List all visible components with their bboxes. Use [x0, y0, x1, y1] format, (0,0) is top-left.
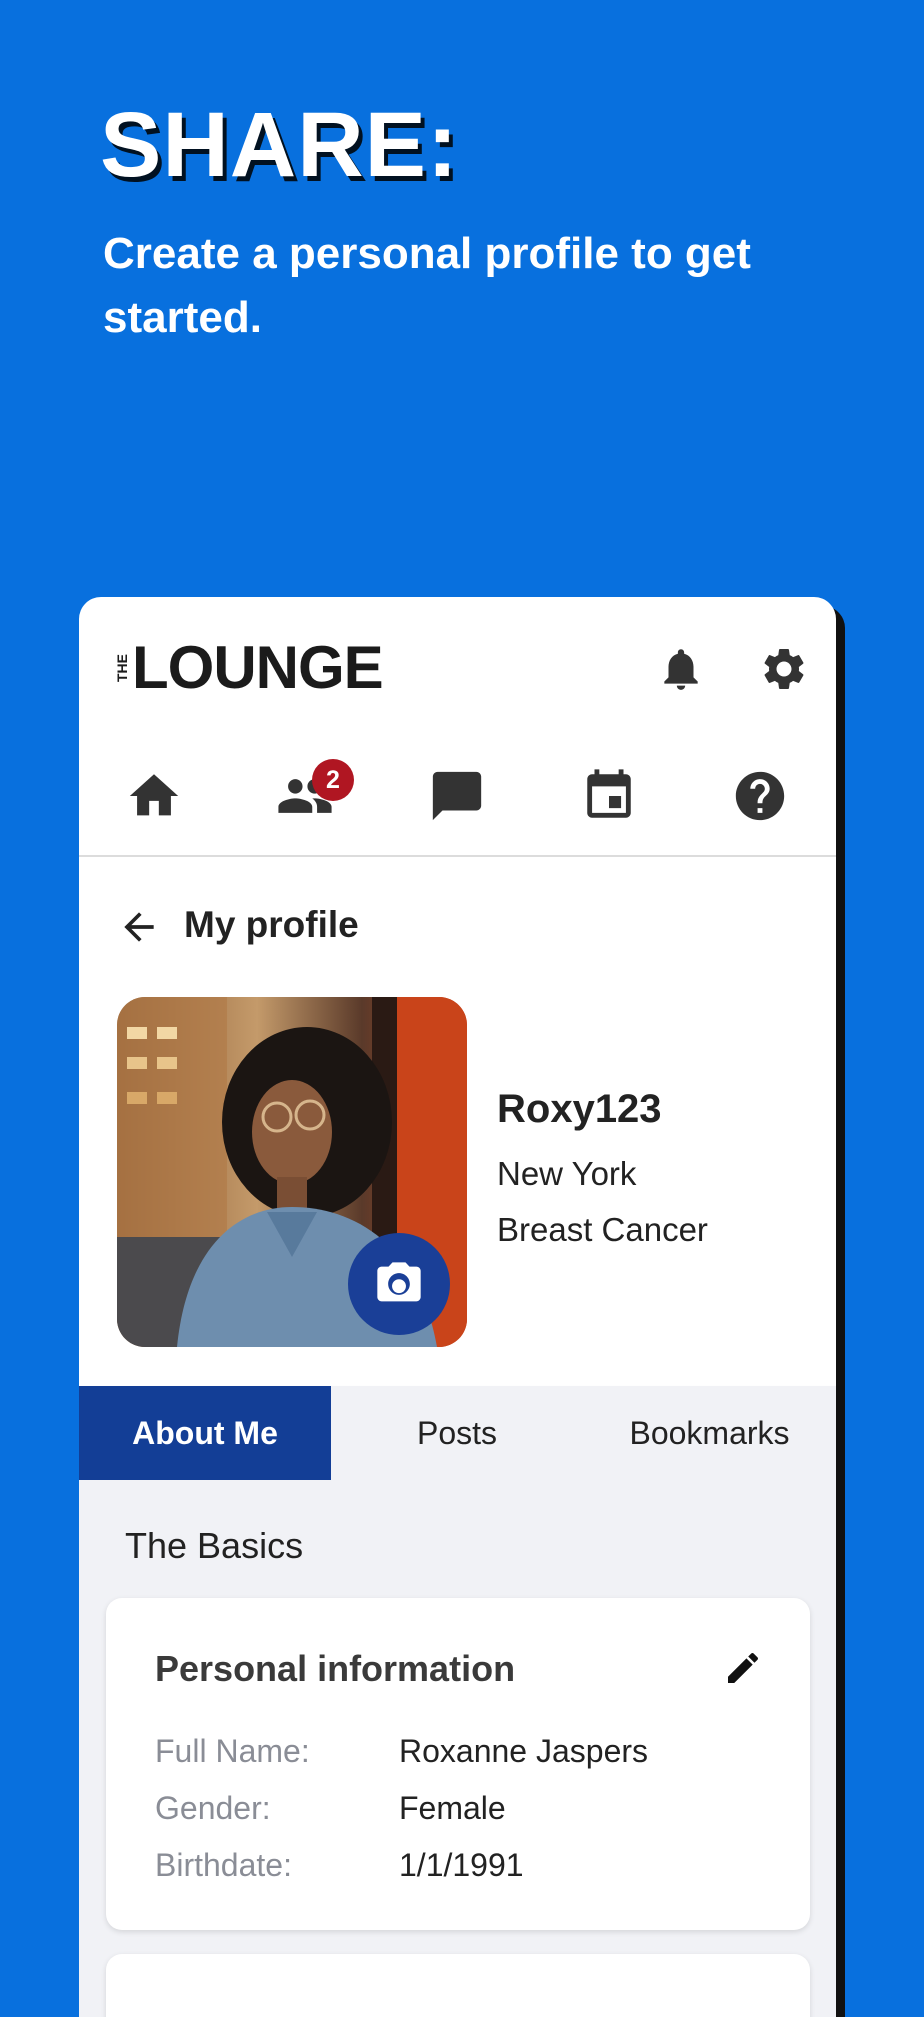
app-header: THE LOUNGE [79, 597, 836, 737]
app-logo[interactable]: THE LOUNGE [114, 634, 384, 701]
bottom-tab-nav: 2 [79, 747, 836, 857]
bell-icon[interactable] [656, 644, 706, 694]
profile-condition: Breast Cancer [497, 1211, 708, 1248]
page-title: My profile [184, 904, 359, 945]
full-name-label: Full Name: [155, 1733, 310, 1769]
next-info-card [106, 1954, 810, 2017]
promo-subtitle: Create a personal profile to get started… [103, 229, 751, 342]
chat-icon[interactable] [428, 767, 486, 825]
tab-posts[interactable]: Posts [331, 1386, 583, 1480]
section-title: The Basics [125, 1525, 304, 1566]
tab-bookmarks[interactable]: Bookmarks [583, 1386, 836, 1480]
gear-icon[interactable] [759, 644, 809, 694]
notification-badge: 2 [312, 759, 354, 801]
promo-heading: SHARE: [100, 94, 459, 196]
profile-title-row: My profile [79, 897, 836, 957]
profile-username: Roxy123 [497, 1087, 662, 1131]
birthdate-value: 1/1/1991 [399, 1847, 524, 1883]
home-icon[interactable] [125, 767, 183, 825]
profile-location: New York [497, 1155, 637, 1192]
full-name-value: Roxanne Jaspers [399, 1733, 649, 1769]
logo-the: THE [114, 654, 130, 682]
edit-icon[interactable] [723, 1648, 763, 1688]
personal-info-card: Personal information Full Name: Roxanne … [106, 1598, 810, 1930]
profile-tabs: About Me Posts Bookmarks [79, 1386, 836, 1480]
phone-screen: THE LOUNGE 2 My profile Roxy123 New York… [79, 597, 836, 2017]
card-title: Personal information [155, 1648, 516, 1689]
gender-value: Female [399, 1790, 506, 1826]
birthdate-label: Birthdate: [155, 1847, 292, 1883]
tab-about-me[interactable]: About Me [79, 1386, 331, 1480]
camera-icon [377, 1262, 421, 1302]
change-photo-button[interactable] [348, 1233, 450, 1335]
calendar-icon[interactable] [580, 767, 638, 825]
gender-label: Gender: [155, 1790, 271, 1826]
logo-word: LOUNGE [132, 634, 384, 701]
help-icon[interactable] [731, 767, 789, 825]
back-arrow-icon[interactable] [117, 905, 161, 949]
